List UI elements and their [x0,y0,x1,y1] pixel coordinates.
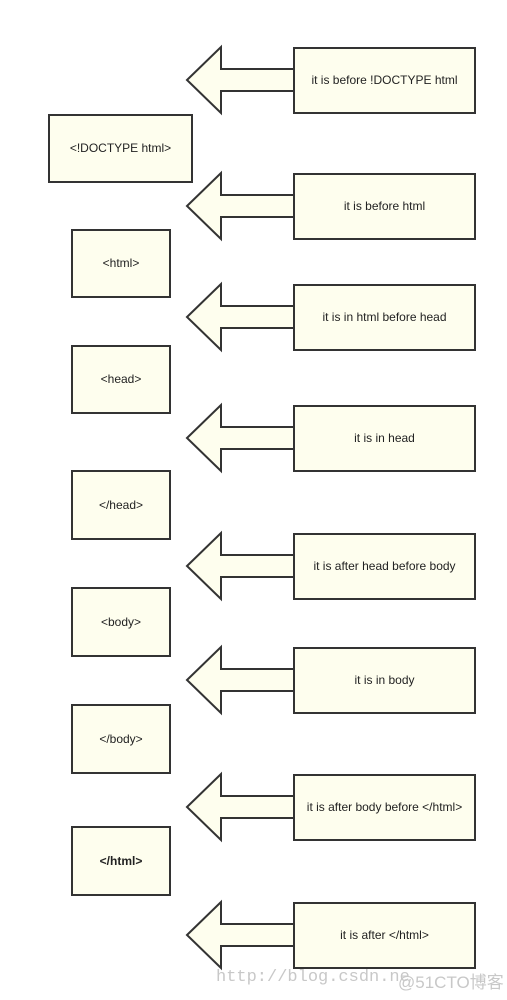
state-box: it is in html before head [293,284,476,351]
left-arrow [185,44,301,116]
tag-box: <body> [71,587,171,657]
left-arrow [185,899,301,971]
left-arrow [185,402,301,474]
state-box: it is after </html> [293,902,476,969]
tag-box: </html> [71,826,171,896]
left-arrow [185,170,301,242]
state-box: it is before html [293,173,476,240]
left-arrow [185,530,301,602]
left-arrow [185,281,301,353]
tag-box: <!DOCTYPE html> [48,114,193,183]
watermark-url: http://blog.csdn.ne [216,968,410,987]
left-arrow [185,771,301,843]
tag-box: <head> [71,345,171,414]
watermark-brand: @51CTO博客 [398,973,504,992]
state-box: it is in body [293,647,476,714]
tag-box: </body> [71,704,171,774]
state-box: it is before !DOCTYPE html [293,47,476,114]
state-box: it is after body before </html> [293,774,476,841]
state-box: it is in head [293,405,476,472]
left-arrow [185,644,301,716]
tag-box: </head> [71,470,171,540]
tag-box: <html> [71,229,171,298]
state-box: it is after head before body [293,533,476,600]
